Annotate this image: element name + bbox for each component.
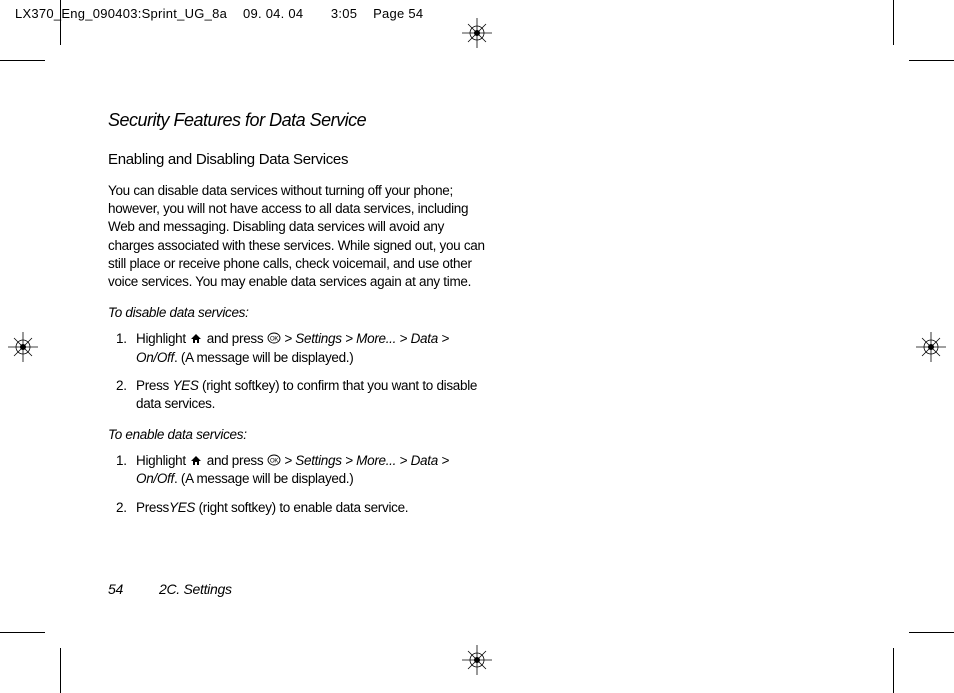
chapter-label: 2C. Settings — [159, 581, 232, 597]
disable-step-1: Highlight and press OK > Settings > More… — [108, 330, 488, 366]
enable-label: To enable data services: — [108, 427, 488, 442]
page-number: 54 — [108, 581, 123, 597]
registration-mark-left-icon — [8, 332, 38, 362]
crop-mark-top-right-icon — [894, 0, 954, 60]
home-icon — [189, 453, 203, 467]
prepress-header: LX370_Eng_090403:Sprint_UG_8a 09. 04. 04… — [15, 6, 423, 21]
header-page: Page 54 — [373, 6, 423, 21]
subsection-title: Enabling and Disabling Data Services — [108, 151, 488, 168]
registration-mark-bottom-icon — [462, 645, 492, 675]
enable-step-1: Highlight and press OK > Settings > More… — [108, 452, 488, 488]
header-date: 09. 04. 04 — [243, 6, 303, 21]
crop-mark-top-left-icon — [0, 0, 60, 60]
crop-mark-bottom-right-icon — [894, 633, 954, 693]
section-title: Security Features for Data Service — [108, 110, 488, 131]
disable-steps: Highlight and press OK > Settings > More… — [108, 330, 488, 413]
disable-step-2: Press YES (right softkey) to confirm tha… — [108, 377, 488, 413]
disable-label: To disable data services: — [108, 305, 488, 320]
crop-mark-bottom-left-icon — [0, 633, 60, 693]
registration-mark-right-icon — [916, 332, 946, 362]
header-time: 3:05 — [331, 6, 357, 21]
enable-steps: Highlight and press OK > Settings > More… — [108, 452, 488, 517]
registration-mark-top-icon — [462, 18, 492, 48]
page-footer: 54 2C. Settings — [108, 581, 232, 597]
intro-paragraph: You can disable data services without tu… — [108, 182, 488, 291]
svg-text:OK: OK — [270, 459, 278, 465]
ok-key-icon: OK — [267, 453, 281, 467]
ok-key-icon: OK — [267, 331, 281, 345]
svg-text:OK: OK — [270, 337, 278, 343]
page-content: Security Features for Data Service Enabl… — [108, 110, 488, 531]
enable-step-2: PressYES (right softkey) to enable data … — [108, 499, 488, 517]
home-icon — [189, 331, 203, 345]
